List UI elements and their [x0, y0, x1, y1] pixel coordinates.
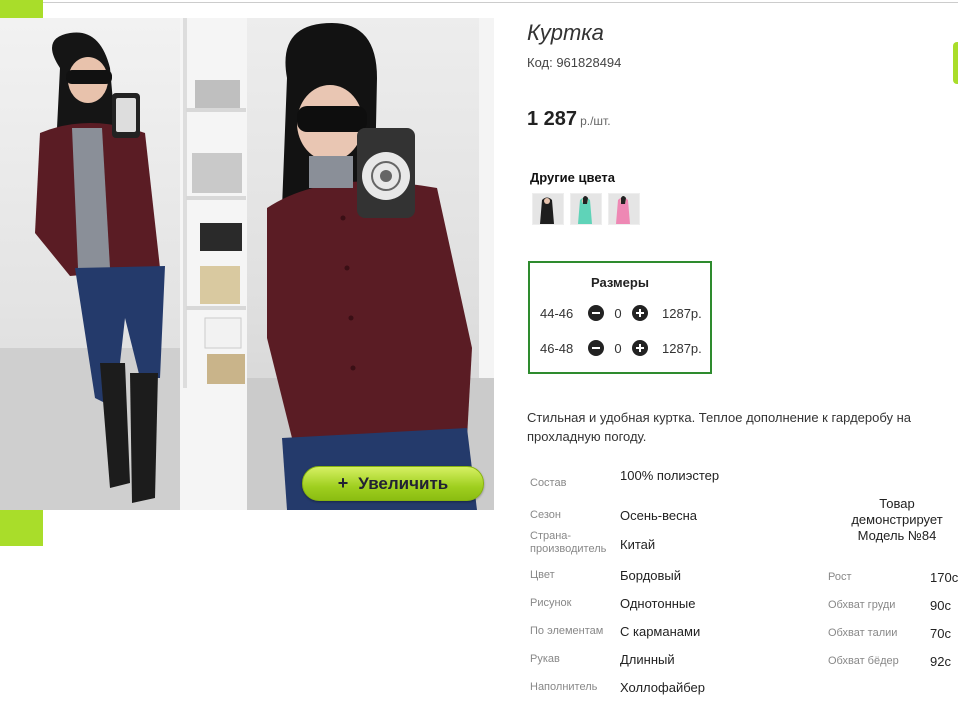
product-title: Куртка [527, 20, 604, 45]
spec-label: Состав [530, 477, 567, 489]
minus-icon[interactable] [588, 305, 604, 321]
other-colors-title: Другие цвета [530, 170, 615, 185]
zoom-button[interactable]: + Увеличить [302, 466, 484, 501]
product-photo-full[interactable] [0, 18, 247, 510]
green-corner-accent [0, 510, 43, 546]
divider [43, 2, 958, 3]
green-corner-accent [0, 0, 43, 18]
product-gallery[interactable] [0, 18, 494, 510]
spec-label: Сезон [530, 509, 561, 521]
spec-value: Осень-весна [620, 508, 698, 523]
spec-label: Страна-производитель [530, 530, 607, 555]
minus-icon[interactable] [588, 340, 604, 356]
spec-value: Длинный [620, 652, 675, 667]
other-colors-list [532, 193, 640, 225]
color-swatch-dark[interactable] [532, 193, 564, 225]
spec-label: Цвет [530, 569, 555, 581]
plus-icon: + [337, 473, 349, 493]
size-row: 46-48 0 1287р. [540, 338, 702, 358]
spec-label: По элементам [530, 625, 604, 637]
size-label: 46-48 [540, 340, 574, 356]
size-price: 1287р. [662, 305, 702, 321]
product-code: Код: 961828494 [527, 55, 622, 70]
spec-label: Рукав [530, 653, 560, 665]
spec-value: Бордовый [620, 568, 682, 583]
zoom-button-label: Увеличить [358, 473, 449, 493]
size-row: 44-46 0 1287р. [540, 303, 702, 323]
measurement-label: Обхват талии [828, 627, 898, 639]
color-swatch-mint[interactable] [570, 193, 602, 225]
plus-icon[interactable] [632, 305, 648, 321]
size-price: 1287р. [662, 340, 702, 356]
side-tab-accent[interactable] [953, 42, 958, 84]
color-swatch-pink[interactable] [608, 193, 640, 225]
sizes-panel: Размеры 44-46 0 1287р. 46-48 0 1287р. [528, 261, 712, 374]
sizes-title: Размеры [591, 275, 649, 290]
product-price: 1 287 р./шт. [527, 108, 611, 131]
product-photo-closeup[interactable] [247, 18, 494, 510]
spec-label: Рисунок [530, 597, 572, 609]
measurement-value: 90с [930, 598, 951, 613]
measurement-value: 92с [930, 654, 951, 669]
price-amount: 1 287 [527, 108, 578, 130]
measurement-label: Рост [828, 571, 852, 583]
model-title: Товар демонстрирует Модель №84 [851, 496, 943, 543]
price-unit: р./шт. [580, 114, 611, 128]
measurement-label: Обхват груди [828, 599, 896, 611]
spec-value: 100% полиэстер [620, 468, 720, 483]
quantity-value: 0 [614, 305, 622, 321]
quantity-value: 0 [614, 340, 622, 356]
size-label: 44-46 [540, 305, 574, 321]
spec-value: Однотонные [620, 596, 696, 611]
spec-value: Холлофайбер [620, 680, 705, 695]
product-description: Стильная и удобная куртка. Теплое дополн… [527, 410, 912, 444]
spec-label: Наполнитель [530, 681, 598, 693]
spec-value: Китай [620, 537, 656, 552]
measurement-value: 70с [930, 626, 951, 641]
spec-value: С карманами [620, 624, 701, 639]
measurement-label: Обхват бёдер [828, 655, 899, 667]
plus-icon[interactable] [632, 340, 648, 356]
measurement-value: 170с [930, 570, 958, 585]
